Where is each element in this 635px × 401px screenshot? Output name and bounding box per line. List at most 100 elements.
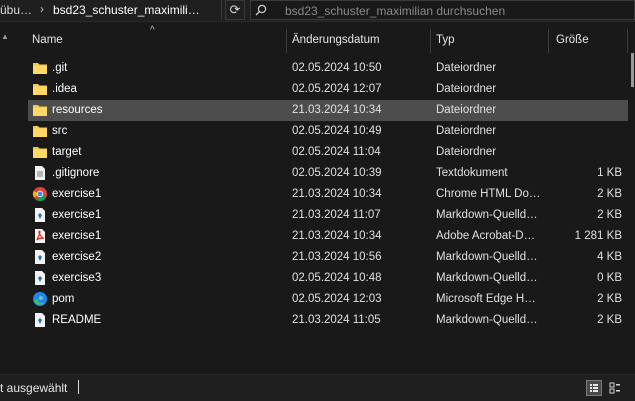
file-name: .git	[52, 62, 68, 74]
selection-status: t ausgewählt	[0, 381, 68, 395]
column-divider[interactable]	[286, 29, 287, 53]
markdown-file-icon	[32, 207, 48, 223]
file-date: 21.03.2024 11:05	[292, 314, 381, 326]
file-type: Markdown-Quelld…	[436, 251, 538, 263]
file-type: Markdown-Quelld…	[436, 209, 538, 221]
file-name: exercise1	[52, 230, 102, 242]
markdown-file-icon	[32, 249, 48, 265]
folder-icon	[32, 102, 48, 118]
file-date: 21.03.2024 10:56	[292, 251, 382, 263]
markdown-file-icon	[32, 312, 48, 328]
file-row[interactable]: exercise3 02.05.2024 10:48 Markdown-Quelld…	[28, 268, 628, 289]
file-size: 2 KB	[597, 314, 622, 326]
scrollbar-thumb[interactable]	[631, 53, 634, 87]
file-type: Dateiordner	[436, 104, 497, 116]
file-list: .git 02.05.2024 10:50 Dateiordner .idea 02.0…	[28, 58, 628, 331]
file-name: src	[52, 125, 68, 137]
file-date: 21.03.2024 10:34	[292, 188, 382, 200]
breadcrumb-separator-icon[interactable]: ›	[40, 2, 44, 16]
file-name: exercise3	[52, 272, 102, 284]
address-toolbar: übu… › bsd23_schuster_maximili… ⟳ bsd23_…	[0, 0, 635, 22]
file-type: Dateiordner	[436, 146, 497, 158]
file-row[interactable]: README 21.03.2024 11:05 Markdown-Quelld… 2 …	[28, 310, 628, 331]
folder-icon	[32, 60, 48, 76]
folder-icon	[32, 81, 48, 97]
column-type[interactable]: Typ	[436, 27, 546, 53]
refresh-button[interactable]: ⟳	[225, 0, 245, 20]
file-name: exercise1	[52, 188, 102, 200]
pdf-icon	[32, 228, 48, 244]
column-divider[interactable]	[548, 29, 549, 53]
file-row[interactable]: exercise1 21.03.2024 11:07 Markdown-Quelld…	[28, 205, 628, 226]
file-type: Dateiordner	[436, 62, 497, 74]
file-row[interactable]: pom 02.05.2024 12:03 Microsoft Edge H… 2 KB	[28, 289, 628, 310]
details-view-icon	[590, 384, 598, 392]
file-row[interactable]: .idea 02.05.2024 12:07 Dateiordner	[28, 79, 628, 100]
search-icon	[255, 4, 267, 16]
file-row[interactable]: exercise1 21.03.2024 10:34 Chrome HTML Do……	[28, 184, 628, 205]
vertical-scrollbar[interactable]	[628, 28, 635, 373]
folder-icon	[32, 123, 48, 139]
file-type: Textdokument	[436, 167, 508, 179]
column-name[interactable]: Name	[32, 27, 282, 53]
file-name: resources	[52, 104, 103, 116]
file-row[interactable]: exercise1 21.03.2024 10:34 Adobe Acrobat-D…	[28, 226, 628, 247]
file-size: 1 KB	[597, 167, 622, 179]
breadcrumb-parent[interactable]: übu…	[0, 3, 32, 17]
file-size: 0 KB	[597, 272, 622, 284]
column-size[interactable]: Größe	[556, 27, 626, 53]
tiles-view-icon	[609, 382, 620, 394]
edge-icon	[32, 291, 48, 307]
file-name: .gitignore	[52, 167, 100, 179]
file-size: 2 KB	[597, 293, 622, 305]
search-placeholder: bsd23_schuster_maximilian durchsuchen	[285, 4, 506, 18]
details-view-button[interactable]	[586, 380, 602, 396]
file-row[interactable]: exercise2 21.03.2024 10:56 Markdown-Quelld…	[28, 247, 628, 268]
file-date: 21.03.2024 10:34	[292, 104, 382, 116]
file-row[interactable]: target 02.05.2024 11:04 Dateiordner	[28, 142, 628, 163]
file-type: Adobe Acrobat-D…	[436, 230, 536, 242]
text-file-icon	[32, 165, 48, 181]
file-date: 02.05.2024 10:49	[292, 125, 382, 137]
file-date: 02.05.2024 10:39	[292, 167, 382, 179]
file-size: 2 KB	[597, 188, 622, 200]
status-bar: t ausgewählt	[0, 374, 635, 401]
chrome-icon	[32, 186, 48, 202]
file-date: 21.03.2024 11:07	[292, 209, 381, 221]
file-row[interactable]: .git 02.05.2024 10:50 Dateiordner	[28, 58, 628, 79]
file-date: 02.05.2024 10:48	[292, 272, 382, 284]
file-type: Markdown-Quelld…	[436, 272, 538, 284]
column-divider[interactable]	[430, 29, 431, 53]
file-name: .idea	[52, 83, 77, 95]
file-type: Microsoft Edge H…	[436, 293, 536, 305]
folder-icon	[32, 144, 48, 160]
status-divider	[78, 380, 79, 394]
file-name: target	[52, 146, 82, 158]
search-input[interactable]: bsd23_schuster_maximilian durchsuchen	[250, 0, 635, 20]
file-size: 2 KB	[597, 209, 622, 221]
file-type: Dateiordner	[436, 83, 497, 95]
file-date: 02.05.2024 11:04	[292, 146, 381, 158]
file-name: pom	[52, 293, 75, 305]
file-row[interactable]: src 02.05.2024 10:49 Dateiordner	[28, 121, 628, 142]
column-header: ^ Name Änderungsdatum Typ Größe	[0, 25, 635, 53]
address-bar[interactable]: übu… › bsd23_schuster_maximili…	[0, 0, 222, 20]
column-date[interactable]: Änderungsdatum	[292, 27, 427, 53]
file-size: 4 KB	[597, 251, 622, 263]
file-row[interactable]: .gitignore 02.05.2024 10:39 Textdokument 1 …	[28, 163, 628, 184]
tiles-view-button[interactable]	[607, 380, 623, 396]
file-size: 1 281 KB	[574, 230, 622, 242]
file-name: exercise2	[52, 251, 102, 263]
file-name: exercise1	[52, 209, 102, 221]
file-explorer-window: übu… › bsd23_schuster_maximili… ⟳ bsd23_…	[0, 0, 635, 401]
file-date: 02.05.2024 10:50	[292, 62, 382, 74]
markdown-file-icon	[32, 270, 48, 286]
file-type: Chrome HTML Do…	[436, 188, 541, 200]
file-type: Dateiordner	[436, 125, 497, 137]
file-date: 02.05.2024 12:07	[292, 83, 382, 95]
horizontal-scroll-area: ▲ ◀	[0, 28, 10, 392]
refresh-icon: ⟳	[229, 2, 241, 17]
file-date: 02.05.2024 12:03	[292, 293, 382, 305]
file-row[interactable]: resources 21.03.2024 10:34 Dateiordner	[28, 100, 628, 121]
breadcrumb-current[interactable]: bsd23_schuster_maximili…	[53, 3, 200, 17]
